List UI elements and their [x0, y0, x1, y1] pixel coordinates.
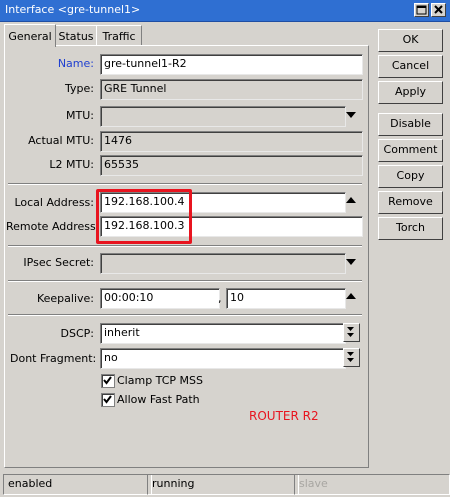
separator [8, 280, 362, 282]
checkmark-icon [103, 395, 112, 404]
ok-button[interactable]: OK [378, 29, 443, 52]
local-address-label: Local Address: [14, 196, 94, 209]
keepalive-retries-field[interactable]: 10 [226, 288, 346, 309]
mtu-label: MTU: [66, 109, 94, 122]
allow-fast-path-checkbox[interactable] [101, 393, 115, 407]
maximize-icon [416, 5, 427, 15]
window-title: Interface <gre-tunnel1> [5, 3, 141, 16]
l2-mtu-field: 65535 [100, 155, 363, 176]
disable-button[interactable]: Disable [378, 113, 443, 136]
actual-mtu-field: 1476 [100, 131, 363, 152]
tab-general[interactable]: General [4, 24, 56, 47]
tab-traffic[interactable]: Traffic [96, 25, 142, 46]
address-highlight-box [96, 189, 192, 244]
torch-button[interactable]: Torch [378, 217, 443, 240]
ipsec-dropdown-icon[interactable] [344, 256, 358, 270]
status-slave: slave [294, 474, 450, 495]
l2-mtu-label: L2 MTU: [49, 158, 94, 171]
copy-button[interactable]: Copy [378, 165, 443, 188]
keepalive-interval-field[interactable]: 00:00:10 [100, 288, 220, 309]
name-field[interactable]: gre-tunnel1-R2 [100, 54, 363, 75]
tab-status-label: Status [58, 29, 94, 43]
remove-button[interactable]: Remove [378, 191, 443, 214]
status-running: running [147, 474, 299, 495]
type-label: Type: [65, 82, 94, 95]
close-button[interactable] [431, 3, 446, 17]
keepalive-label: Keepalive: [36, 292, 94, 305]
checkmark-icon [103, 376, 112, 385]
dont-fragment-field[interactable]: no [100, 348, 346, 369]
status-enabled: enabled [3, 474, 152, 495]
keepalive-collapse-icon[interactable] [344, 290, 358, 304]
tab-general-label: General [8, 29, 52, 43]
allow-fast-path-label: Allow Fast Path [117, 393, 200, 406]
keepalive-separator: , [218, 292, 222, 305]
separator [8, 245, 362, 247]
close-icon [434, 5, 443, 14]
mtu-field[interactable] [100, 106, 346, 127]
ipsec-secret-label: IPsec Secret: [23, 256, 94, 269]
title-bar[interactable]: Interface <gre-tunnel1> [0, 0, 450, 22]
name-label: Name: [57, 57, 94, 70]
separator [8, 314, 362, 316]
tab-status[interactable]: Status [54, 25, 98, 46]
dscp-field[interactable]: inherit [100, 323, 346, 344]
dscp-label: DSCP: [60, 327, 94, 340]
dropdown-icon [347, 352, 354, 362]
router-annotation: ROUTER R2 [249, 409, 319, 423]
type-field: GRE Tunnel [100, 79, 363, 100]
cancel-button[interactable]: Cancel [378, 55, 443, 78]
actual-mtu-label: Actual MTU: [28, 134, 94, 147]
dscp-dropdown-button[interactable] [343, 323, 360, 342]
tab-traffic-label: Traffic [102, 29, 136, 43]
mtu-dropdown-icon[interactable] [344, 109, 358, 123]
dont-fragment-label: Dont Fragment: [10, 352, 97, 365]
remote-address-label: Remote Address: [6, 220, 100, 233]
comment-button[interactable]: Comment [378, 139, 443, 162]
maximize-button[interactable] [414, 3, 429, 17]
ipsec-secret-field[interactable] [100, 253, 346, 274]
dont-fragment-dropdown-button[interactable] [343, 348, 360, 367]
clamp-tcp-mss-label: Clamp TCP MSS [117, 374, 204, 387]
separator [8, 183, 362, 185]
collapse-up-icon[interactable] [344, 194, 358, 208]
apply-button[interactable]: Apply [378, 81, 443, 104]
dropdown-icon [347, 327, 354, 337]
clamp-tcp-mss-checkbox[interactable] [101, 374, 115, 388]
